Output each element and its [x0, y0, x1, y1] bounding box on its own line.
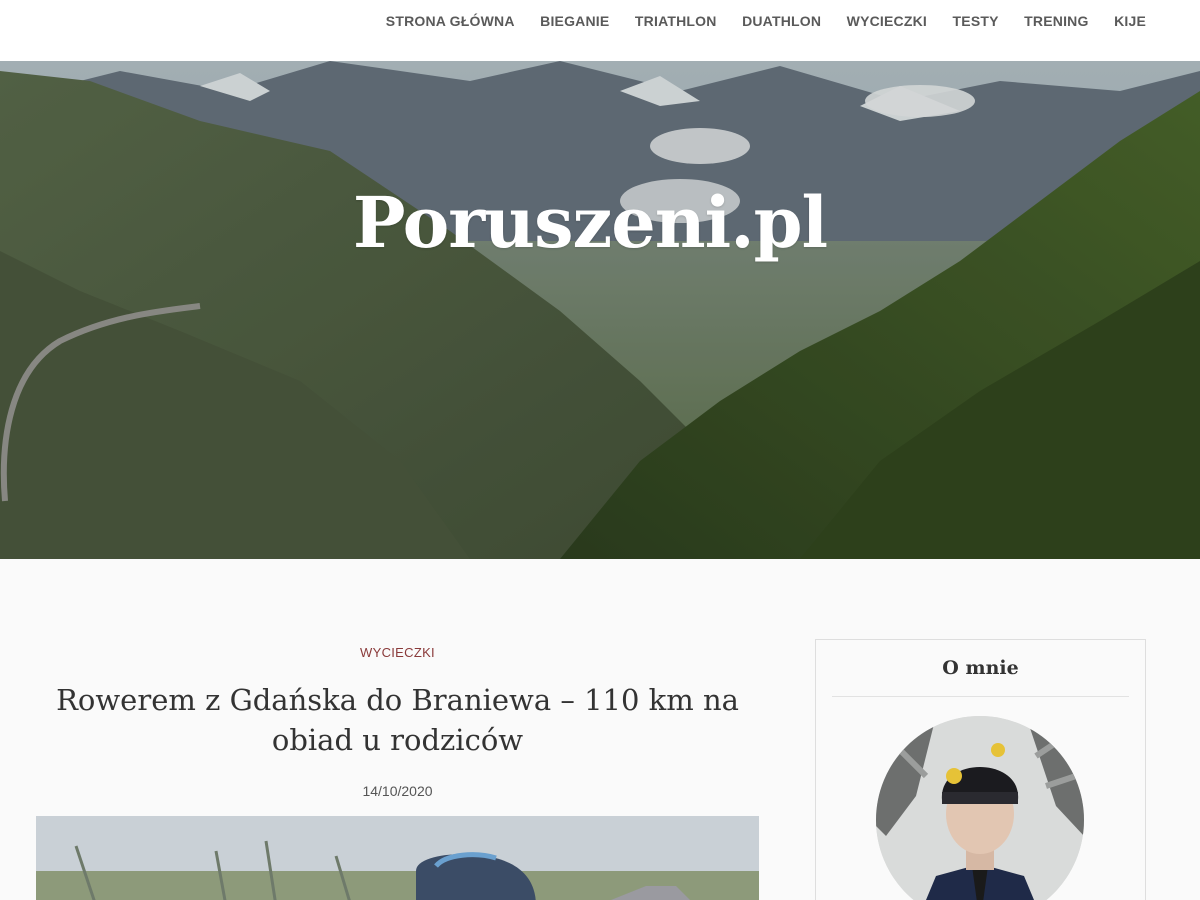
post-article: WYCIECZKI Rowerem z Gdańska do Braniewa …	[36, 640, 759, 900]
post-featured-image[interactable]	[36, 816, 759, 900]
nav-item-bieganie[interactable]: BIEGANIE	[540, 13, 609, 29]
nav-item-duathlon[interactable]: DUATHLON	[742, 13, 821, 29]
nav-item-triathlon[interactable]: TRIATHLON	[635, 13, 717, 29]
post-date: 14/10/2020	[362, 783, 433, 799]
post-title[interactable]: Rowerem z Gdańska do Braniewa – 110 km n…	[36, 680, 759, 760]
author-avatar[interactable]	[876, 716, 1084, 900]
top-navigation-bar: STRONA GŁÓWNA BIEGANIE TRIATHLON DUATHLO…	[0, 0, 1200, 61]
hero-mountain-image	[0, 61, 1200, 559]
nav-item-strona-glowna[interactable]: STRONA GŁÓWNA	[386, 13, 515, 29]
post-image-cyclist-road	[36, 816, 759, 900]
widget-divider	[832, 696, 1129, 697]
site-title[interactable]: Poruszeni.pl	[0, 181, 1180, 264]
author-photo	[876, 716, 1084, 900]
nav-item-wycieczki[interactable]: WYCIECZKI	[847, 13, 927, 29]
main-menu: STRONA GŁÓWNA BIEGANIE TRIATHLON DUATHLO…	[360, 0, 1146, 42]
nav-item-testy[interactable]: TESTY	[953, 13, 999, 29]
widget-title: O mnie	[942, 657, 1019, 679]
nav-item-kije[interactable]: KIJE	[1114, 13, 1146, 29]
post-category-link[interactable]: WYCIECZKI	[36, 645, 759, 660]
nav-item-trening[interactable]: TRENING	[1024, 13, 1088, 29]
about-me-widget: O mnie	[815, 639, 1146, 900]
hero-banner: Poruszeni.pl	[0, 61, 1200, 559]
